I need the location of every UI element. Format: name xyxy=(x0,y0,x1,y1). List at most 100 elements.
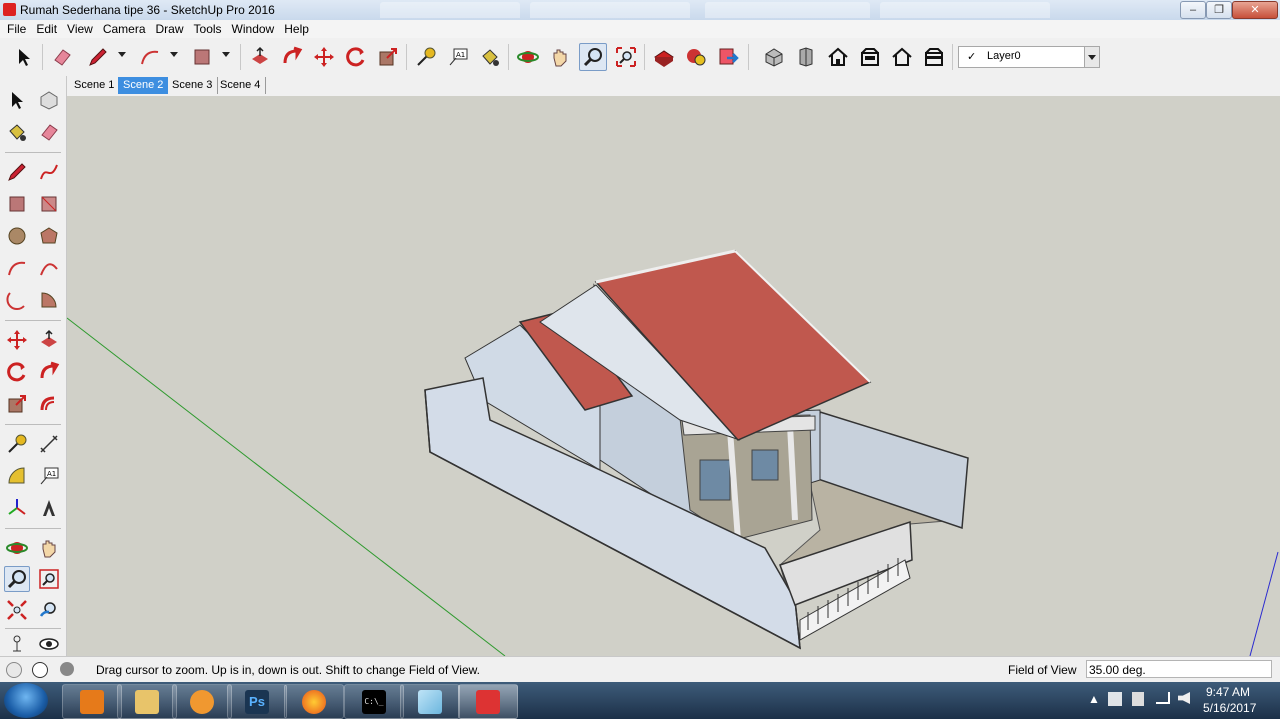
previous-view-icon[interactable] xyxy=(37,598,61,622)
rotate-icon[interactable] xyxy=(5,360,29,384)
chevron-down-icon[interactable] xyxy=(1084,47,1099,67)
send-to-layout-icon[interactable] xyxy=(716,45,740,69)
make-component-icon[interactable] xyxy=(37,88,61,112)
move-icon[interactable] xyxy=(312,45,336,69)
pencil-dropdown-icon[interactable] xyxy=(118,52,126,57)
scale-icon[interactable] xyxy=(5,392,29,416)
orbit-icon[interactable] xyxy=(516,45,540,69)
action-center-flag-icon[interactable] xyxy=(1108,692,1122,706)
eraser-icon[interactable] xyxy=(50,45,74,69)
protractor-icon[interactable] xyxy=(5,464,29,488)
power-icon[interactable] xyxy=(1132,692,1144,706)
rotated-rectangle-icon[interactable] xyxy=(37,192,61,216)
zoom-extents-icon[interactable] xyxy=(5,598,29,622)
text-icon[interactable]: A1 xyxy=(37,464,61,488)
menu-draw[interactable]: Draw xyxy=(151,20,189,38)
tape-measure-icon[interactable] xyxy=(414,45,438,69)
move-icon[interactable] xyxy=(5,328,29,352)
uc-browser-icon[interactable] xyxy=(172,684,232,719)
menu-tools[interactable]: Tools xyxy=(189,20,227,38)
push-pull-icon[interactable] xyxy=(248,45,272,69)
scale-icon[interactable] xyxy=(376,45,400,69)
orbit-icon[interactable] xyxy=(5,536,29,560)
menu-camera[interactable]: Camera xyxy=(98,20,151,38)
pencil-icon[interactable] xyxy=(86,45,110,69)
pan-icon[interactable] xyxy=(37,536,61,560)
right-view-icon[interactable] xyxy=(858,45,882,69)
line-icon[interactable] xyxy=(5,160,29,184)
media-player-icon[interactable] xyxy=(62,684,122,719)
polygon-icon[interactable] xyxy=(37,224,61,248)
scene-tab[interactable]: Scene 3 xyxy=(167,77,219,94)
axes-icon[interactable] xyxy=(5,496,29,520)
paint-bucket-icon[interactable] xyxy=(478,45,502,69)
three-point-arc-icon[interactable] xyxy=(5,288,29,312)
text-icon[interactable]: A1 xyxy=(446,45,470,69)
menu-view[interactable]: View xyxy=(62,20,98,38)
firefox-icon[interactable] xyxy=(284,684,344,719)
look-around-icon[interactable] xyxy=(37,632,61,656)
user-icon[interactable] xyxy=(60,662,74,676)
file-manager-icon[interactable] xyxy=(117,684,177,719)
rectangle-icon[interactable] xyxy=(5,192,29,216)
pie-icon[interactable] xyxy=(37,288,61,312)
scene-tab[interactable]: Scene 4 xyxy=(215,77,267,94)
warehouse-icon[interactable] xyxy=(652,45,676,69)
extension-warehouse-icon[interactable] xyxy=(684,45,708,69)
command-prompt-icon[interactable]: C:\_ xyxy=(344,684,404,719)
notes-icon[interactable] xyxy=(400,684,460,719)
3d-text-icon[interactable] xyxy=(37,496,61,520)
tape-measure-icon[interactable] xyxy=(5,432,29,456)
circle-icon[interactable] xyxy=(5,224,29,248)
info-icon[interactable] xyxy=(32,662,48,678)
zoom-icon[interactable] xyxy=(4,566,30,592)
arc-dropdown-icon[interactable] xyxy=(170,52,178,57)
offset-icon[interactable] xyxy=(37,392,61,416)
volume-icon[interactable] xyxy=(1178,692,1190,704)
top-view-icon[interactable] xyxy=(794,45,818,69)
clock-date[interactable]: 5/16/2017 xyxy=(1203,701,1256,715)
geo-location-icon[interactable] xyxy=(6,662,22,678)
layer-dropdown[interactable]: ✓ Layer0 xyxy=(958,46,1100,68)
left-view-icon[interactable] xyxy=(922,45,946,69)
scene-tab[interactable]: Scene 1 xyxy=(69,77,121,94)
iso-view-icon[interactable] xyxy=(762,45,786,69)
two-point-arc-icon[interactable] xyxy=(37,256,61,280)
arc-icon[interactable] xyxy=(138,45,162,69)
select-icon[interactable] xyxy=(5,88,29,112)
arc-icon[interactable] xyxy=(5,256,29,280)
dimension-icon[interactable] xyxy=(37,432,61,456)
network-icon[interactable] xyxy=(1156,692,1170,704)
freehand-icon[interactable] xyxy=(37,160,61,184)
zoom-icon[interactable] xyxy=(579,43,607,71)
eraser-icon[interactable] xyxy=(37,120,61,144)
start-button[interactable] xyxy=(4,683,48,718)
maximize-button[interactable]: ❐ xyxy=(1206,1,1232,19)
minimize-button[interactable]: – xyxy=(1180,1,1206,19)
close-button[interactable]: ✕ xyxy=(1232,1,1278,19)
show-hidden-icons-icon[interactable]: ▲ xyxy=(1088,692,1100,706)
zoom-extents-icon[interactable] xyxy=(614,45,638,69)
measurement-input[interactable]: 35.00 deg. xyxy=(1086,660,1272,678)
zoom-window-icon[interactable] xyxy=(37,567,61,591)
rectangle-icon[interactable] xyxy=(190,45,214,69)
menu-window[interactable]: Window xyxy=(227,20,280,38)
menu-help[interactable]: Help xyxy=(279,20,314,38)
rotate-icon[interactable] xyxy=(344,45,368,69)
select-icon[interactable] xyxy=(12,45,36,69)
rectangle-dropdown-icon[interactable] xyxy=(222,52,230,57)
front-view-icon[interactable] xyxy=(826,45,850,69)
photoshop-icon[interactable]: Ps xyxy=(227,684,287,719)
menu-edit[interactable]: Edit xyxy=(31,20,62,38)
menu-file[interactable]: File xyxy=(2,20,31,38)
follow-me-icon[interactable] xyxy=(37,360,61,384)
clock-time[interactable]: 9:47 AM xyxy=(1206,685,1250,699)
scene-tab-active[interactable]: Scene 2 xyxy=(118,77,169,94)
pan-icon[interactable] xyxy=(548,45,572,69)
back-view-icon[interactable] xyxy=(890,45,914,69)
position-camera-icon[interactable] xyxy=(5,632,29,656)
model-viewport[interactable] xyxy=(67,96,1280,656)
sketchup-icon[interactable] xyxy=(458,684,518,719)
push-pull-icon[interactable] xyxy=(37,328,61,352)
follow-me-icon[interactable] xyxy=(280,45,304,69)
